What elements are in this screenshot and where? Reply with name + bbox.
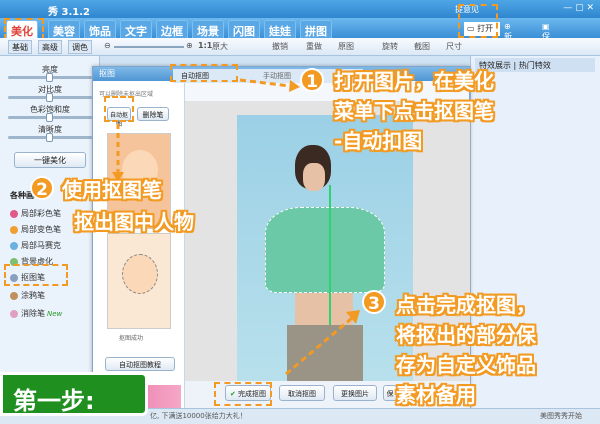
step2-line1: 使用抠图笔 bbox=[62, 178, 162, 202]
step3-line3: 存为自定义饰品 bbox=[396, 353, 536, 377]
arrow-step1 bbox=[239, 78, 291, 88]
step2-line2: 抠出图中人物 bbox=[74, 210, 194, 234]
arrow-step3 bbox=[285, 316, 353, 376]
arrow-head bbox=[289, 80, 300, 92]
step1-badge: 1 bbox=[300, 68, 324, 92]
step2-text: 使用抠图笔 抠出图中人物 bbox=[62, 174, 194, 238]
step3-text: 点击完成抠图， 将抠出的部分保 存为自定义饰品 素材备用 bbox=[396, 290, 536, 410]
step2-badge: 2 bbox=[30, 176, 54, 200]
step3-line4: 素材备用 bbox=[396, 383, 476, 407]
step-label: 第一步: bbox=[0, 372, 148, 416]
step1-line3: -自动扣图 bbox=[334, 129, 423, 153]
step1-text: 打开图片，在美化 菜单下点击抠图笔 -自动扣图 bbox=[334, 66, 494, 156]
step1-line1: 打开图片，在美化 bbox=[334, 69, 494, 93]
status-tip: 亿, 下满送10000张给力大礼！ bbox=[150, 412, 247, 420]
step1-line2: 菜单下点击抠图笔 bbox=[334, 99, 494, 123]
step3-line2: 将抠出的部分保 bbox=[396, 323, 536, 347]
step3-badge: 3 bbox=[362, 290, 386, 314]
step3-line1: 点击完成抠图， bbox=[396, 293, 536, 317]
status-right[interactable]: 美图秀秀开始 bbox=[540, 411, 582, 421]
